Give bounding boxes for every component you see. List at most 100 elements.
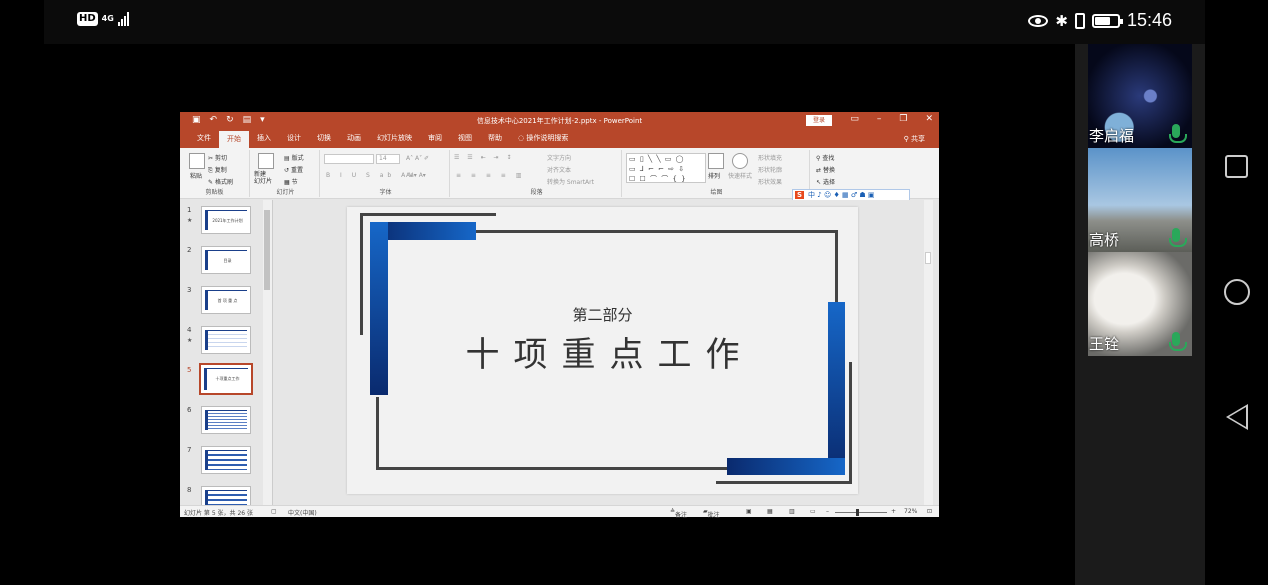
ribbon-display-icon[interactable]: ▭ [850,114,859,124]
paragraph-group: ☰ ☰ ⇤ ⇥ ↕ ≡ ≡ ≡ ≡ ▥ 文字方向 对齐文本 转换为 SmartA… [452,150,622,197]
cut-button[interactable]: ✂ 剪切 [208,153,227,162]
find-label: 查找 [822,155,835,162]
scrollbar-thumb[interactable] [264,210,270,290]
change-case-button[interactable]: Aa▾ A▾ [406,172,426,179]
tab-home[interactable]: 开始 [219,131,249,148]
back-icon[interactable] [1226,404,1248,430]
font-format-buttons[interactable]: B I U S ab AV [326,172,417,179]
align-text-button[interactable]: 对齐文本 [547,165,571,174]
font-size-field[interactable]: 14 [376,154,400,164]
tab-review[interactable]: 审阅 [420,129,450,148]
quick-styles-icon[interactable] [732,153,748,169]
tab-insert[interactable]: 插入 [249,129,279,148]
tab-transitions[interactable]: 切换 [309,129,339,148]
thumbnail-1[interactable]: 1 ★ 2021年工作计划 [180,206,264,240]
align-buttons[interactable]: ≡ ≡ ≡ ≡ ▥ [456,172,525,179]
thumbnail-number: 5 [187,366,192,374]
thumbnails-scrollbar[interactable] [263,200,272,505]
thumbnail-5[interactable]: 5 十项重点工作 [180,363,264,400]
select-button[interactable]: ↖ 选择 [816,177,835,186]
thumbnail-text: 2021年工作计划 [205,210,247,230]
zoom-in-icon[interactable]: + [891,508,896,515]
normal-view-icon[interactable]: ▣ [746,508,752,515]
paste-button[interactable]: 粘贴 [190,171,202,180]
tab-file[interactable]: 文件 [189,129,219,148]
comments-button[interactable]: ▰ 批注 [703,508,720,519]
thumbnail-2[interactable]: 2 目录 [180,246,264,280]
shape-outline-button[interactable]: 形状轮廓 [758,165,782,174]
hd-badge: HD [77,12,98,26]
participant-tile[interactable]: 李启福 [1088,44,1192,148]
accessibility-icon[interactable]: ▢ [271,508,277,515]
thumbnail-7[interactable]: 7 [180,446,264,480]
share-button[interactable]: ⚲ 共享 [904,134,925,144]
home-icon[interactable] [1224,279,1250,305]
thumbnail-image [201,406,251,434]
find-button[interactable]: ⚲ 查找 [816,153,834,162]
sogou-icon: S [795,191,805,199]
slide-subtitle[interactable]: 第二部分 [347,304,858,325]
font-name-field[interactable] [324,154,374,164]
zoom-slider[interactable] [835,512,887,513]
copy-button[interactable]: ⎘ 复制 [208,165,227,175]
minimize-icon[interactable]: – [877,114,882,124]
tab-animations[interactable]: 动画 [339,129,369,148]
tab-design[interactable]: 设计 [279,129,309,148]
section-button[interactable]: ▦ 节 [284,177,298,186]
person-icon: ⚲ [903,135,911,143]
thumbnail-image [201,446,251,474]
shape-effects-button[interactable]: 形状效果 [758,177,782,186]
quick-styles-button[interactable]: 快速样式 [728,171,752,180]
zoom-out-icon[interactable]: – [826,508,829,515]
tab-help[interactable]: 帮助 [480,129,510,148]
tab-view[interactable]: 视图 [450,129,480,148]
new-slide-button[interactable]: 新建 幻灯片 [254,171,272,185]
ribbon-tabs: 文件 开始 插入 设计 切换 动画 幻灯片放映 审阅 视图 帮助 ◌ 操作说明搜… [180,129,939,148]
thumbnail-3[interactable]: 3 首 项 重 点 [180,286,264,320]
current-slide[interactable]: 第二部分 十项重点工作 [347,207,858,494]
scrollbar-thumb[interactable] [925,252,931,264]
thumbnail-number: 4 [187,326,192,334]
thumbnail-text [205,450,247,470]
recents-icon[interactable] [1225,155,1248,178]
arrange-button[interactable]: 排列 [708,171,720,180]
bluetooth-icon: ✱ [1055,11,1068,30]
participant-tile[interactable]: 王铨 [1088,252,1192,356]
language-indicator[interactable]: 中文(中国) [288,508,317,517]
slide-thumbnails-pane: 1 ★ 2021年工作计划 2 目录 3 首 项 重 点 4 ★ 5 十项重点工… [180,200,273,505]
shape-fill-button[interactable]: 形状填充 [758,153,782,162]
slides-label: 幻灯片 [276,189,295,196]
text-direction-button[interactable]: 文字方向 [547,153,571,162]
zoom-level[interactable]: 72% [904,508,917,515]
close-icon[interactable]: ✕ [925,114,933,124]
editor-scrollbar[interactable] [924,200,933,505]
login-button[interactable]: 登录 [806,115,832,126]
new-slide-icon[interactable] [258,153,274,169]
reading-view-icon[interactable]: ▥ [789,508,795,515]
thumbnail-8[interactable]: 8 [180,486,264,505]
slide-sorter-icon[interactable]: ▦ [767,508,773,515]
notes-button[interactable]: ≙ 备注 [670,508,687,519]
participant-tile[interactable]: 高桥 [1088,148,1192,252]
thumbnail-6[interactable]: 6 [180,406,264,440]
zoom-slider-knob[interactable] [856,509,859,516]
fit-to-window-icon[interactable]: ⊡ [927,508,932,515]
reset-button[interactable]: ↺ 重置 [284,165,303,174]
thumbnail-4[interactable]: 4 ★ [180,326,264,360]
restore-icon[interactable]: ❐ [899,114,907,124]
shapes-gallery[interactable]: ▭ ▯ ╲ ╲ ▭ ◯ ▭ ⅃ ⌐ ⌐ ⇨ ⇩ ☐ ☐ ⌒ ⌒ { } [626,153,706,183]
slideshow-icon[interactable]: ▭ [810,508,816,515]
paste-icon[interactable] [189,153,205,169]
layout-button[interactable]: ▤ 版式 [284,153,304,162]
signal-icon [117,12,129,26]
smartart-button[interactable]: 转换为 SmartArt [547,177,594,186]
format-painter-button[interactable]: ✎ 格式刷 [208,177,233,186]
arrange-icon[interactable] [708,153,724,169]
tell-me-search[interactable]: ◌ 操作说明搜索 [510,129,576,148]
tab-slideshow[interactable]: 幻灯片放映 [369,129,420,148]
replace-button[interactable]: ⇄ 替换 [816,165,835,174]
list-buttons[interactable]: ☰ ☰ ⇤ ⇥ ↕ [454,154,514,161]
grow-font-button[interactable]: A˄ A˅ ✐ [406,155,429,162]
battery-icon [1091,13,1123,28]
slide-title[interactable]: 十项重点工作 [347,327,858,376]
